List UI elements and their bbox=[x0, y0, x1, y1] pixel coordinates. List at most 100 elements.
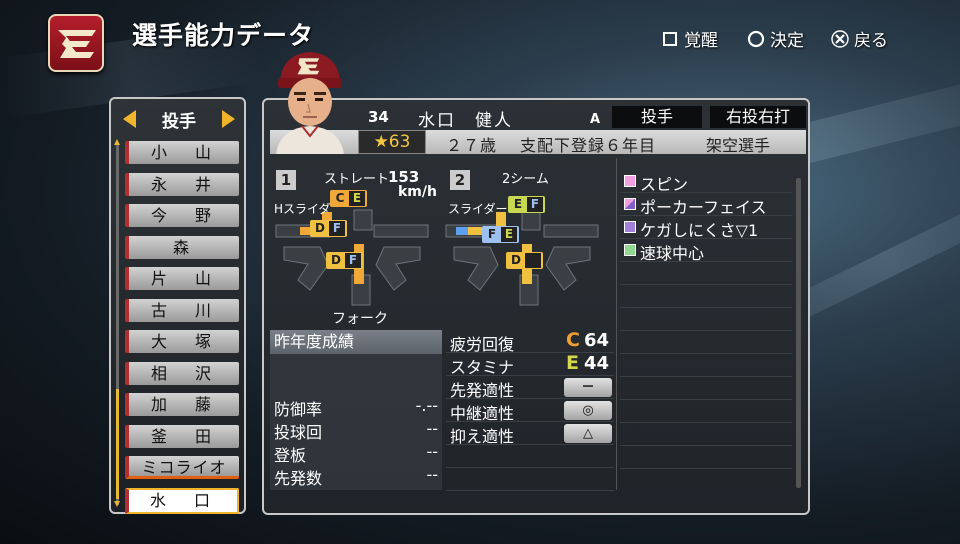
player-item[interactable]: 古 川 bbox=[125, 298, 239, 322]
pitch-slot-2: 2 bbox=[450, 170, 470, 190]
ability-item-empty bbox=[620, 377, 792, 400]
abilities-scrollbar[interactable] bbox=[796, 178, 801, 488]
basic-row-empty bbox=[446, 445, 614, 468]
grade-sinker: D bbox=[506, 252, 543, 269]
basic-value: 44 bbox=[584, 353, 610, 374]
basic-row: 中継適性 ◎ bbox=[446, 399, 614, 423]
scroll-down-icon[interactable] bbox=[114, 501, 120, 507]
roster-panel: 投手 小 山 永 井 今 野 森 片 山 古 川 大 塚 相 沢 加 藤 釜 田… bbox=[109, 97, 246, 514]
basic-label: 中継適性 bbox=[450, 404, 515, 423]
player-name: 水口 健人 bbox=[418, 111, 513, 131]
grade-control: D bbox=[312, 221, 328, 236]
grade-control: C bbox=[332, 191, 348, 206]
ability-item-empty bbox=[620, 285, 792, 308]
basic-label: 先発適性 bbox=[450, 381, 515, 400]
ability-item-empty bbox=[620, 354, 792, 377]
grade-slider: F E bbox=[482, 226, 519, 243]
basic-row-empty bbox=[446, 468, 614, 491]
ability-item[interactable]: スピン bbox=[620, 170, 792, 194]
pitch-grid-graphic bbox=[275, 209, 599, 306]
player-portrait bbox=[276, 52, 344, 154]
stat-label: 先発数 bbox=[274, 469, 323, 488]
aptitude-badge: － bbox=[564, 378, 612, 397]
ability-item[interactable]: ケガしにくさ▽1 bbox=[620, 216, 792, 240]
next-position-arrow-icon[interactable] bbox=[222, 110, 235, 128]
ability-color-icon bbox=[624, 198, 636, 210]
confirm-hint[interactable]: 決定 bbox=[746, 26, 804, 51]
stat-row: 先発数 -- bbox=[274, 465, 438, 489]
ability-item-empty bbox=[620, 446, 792, 469]
grade-break: F bbox=[329, 221, 345, 236]
basic-row: 抑え適性 △ bbox=[446, 422, 614, 446]
ability-item[interactable]: ポーカーフェイス bbox=[620, 193, 792, 217]
ability-text: 速球中心 bbox=[640, 244, 705, 263]
stat-value: -- bbox=[426, 419, 438, 438]
uniform-number: 34 bbox=[368, 108, 389, 126]
player-item[interactable]: 永 井 bbox=[125, 172, 239, 196]
ability-item-empty bbox=[620, 308, 792, 331]
basic-row: 先発適性 － bbox=[446, 376, 614, 400]
column-divider bbox=[616, 158, 617, 490]
pitch-slot-1: 1 bbox=[276, 170, 296, 190]
square-button-icon bbox=[660, 29, 680, 49]
straight-label: ストレート bbox=[324, 172, 390, 187]
position-label: 投手 bbox=[162, 111, 196, 132]
stat-value: -- bbox=[426, 465, 438, 484]
aptitude-badge: △ bbox=[564, 424, 612, 443]
basic-label: スタミナ bbox=[450, 358, 515, 377]
player-item[interactable]: 小 山 bbox=[125, 141, 239, 164]
ability-item[interactable]: 速球中心 bbox=[620, 239, 792, 263]
player-subinfo-bar: ★63 ２７歳 支配下登録６年目 架空選手 bbox=[270, 130, 806, 155]
grade-break: E bbox=[349, 191, 365, 206]
player-detail-panel: 34 水口 健人 A 投手 右投右打 ★63 ２７歳 支配下登録６年目 架空選手 bbox=[262, 98, 810, 515]
stat-row: 防御率 -.-- bbox=[274, 396, 438, 420]
stat-row: 登板 -- bbox=[274, 442, 438, 466]
ability-color-icon bbox=[624, 221, 636, 233]
ability-item-empty bbox=[620, 331, 792, 354]
stat-label: 防御率 bbox=[274, 400, 323, 419]
back-hint[interactable]: 戻る bbox=[830, 26, 888, 51]
player-item[interactable]: 相 沢 bbox=[125, 361, 239, 385]
player-item-selected[interactable]: 水 口 bbox=[125, 487, 239, 514]
cross-button-icon bbox=[830, 29, 850, 49]
player-item[interactable]: 森 bbox=[125, 235, 239, 259]
player-item[interactable]: 加 藤 bbox=[125, 393, 239, 416]
ability-item-empty bbox=[620, 262, 792, 285]
team-logo bbox=[48, 14, 104, 72]
player-item[interactable]: 釜 田 bbox=[125, 424, 239, 448]
confirm-label: 決定 bbox=[770, 31, 804, 51]
two-seam-label: 2シーム bbox=[502, 172, 549, 187]
grade-h-slider-top: C E bbox=[330, 190, 367, 207]
back-label: 戻る bbox=[854, 31, 888, 51]
ability-item-empty bbox=[620, 400, 792, 423]
awaken-hint[interactable]: 覚醒 bbox=[660, 26, 718, 51]
basic-value: 64 bbox=[584, 330, 610, 351]
awaken-label: 覚醒 bbox=[684, 31, 718, 51]
last-season-stats: 昨年度成績 防御率 -.-- 投球回 -- 登板 -- 先発数 -- bbox=[270, 330, 442, 490]
grade-break bbox=[525, 253, 541, 268]
grade-fork: D F bbox=[326, 252, 363, 269]
slider-label: スライダー bbox=[448, 202, 508, 216]
prev-position-arrow-icon[interactable] bbox=[123, 110, 136, 128]
player-item[interactable]: ミコライオ bbox=[125, 456, 239, 479]
basic-label: 疲労回復 bbox=[450, 335, 515, 354]
ability-color-icon bbox=[624, 175, 636, 187]
player-item[interactable]: 今 野 bbox=[125, 204, 239, 227]
grade-break: E bbox=[501, 227, 517, 242]
last-season-header: 昨年度成績 bbox=[270, 330, 442, 354]
overall-rating: ★63 bbox=[358, 130, 426, 154]
roster-scroll-thumb[interactable] bbox=[116, 389, 119, 499]
pitch-chart: 1 2 ストレート 153 km/h Hスライダ フォーク 2シーム スライダー… bbox=[270, 160, 615, 330]
player-item[interactable]: 片 山 bbox=[125, 267, 239, 290]
circle-button-icon bbox=[746, 29, 766, 49]
scroll-up-icon[interactable] bbox=[114, 139, 120, 145]
grade-control: E bbox=[510, 197, 526, 212]
player-item[interactable]: 大 塚 bbox=[125, 330, 239, 353]
grade-control: D bbox=[508, 253, 524, 268]
player-header: 34 水口 健人 A 投手 右投右打 ★63 ２７歳 支配下登録６年目 架空選手 bbox=[270, 104, 806, 155]
ability-item-empty bbox=[620, 423, 792, 446]
grade-two-seam: E F bbox=[508, 196, 545, 213]
ability-color-icon bbox=[624, 244, 636, 256]
stat-value: -- bbox=[426, 442, 438, 461]
rank-label: A bbox=[590, 112, 601, 127]
